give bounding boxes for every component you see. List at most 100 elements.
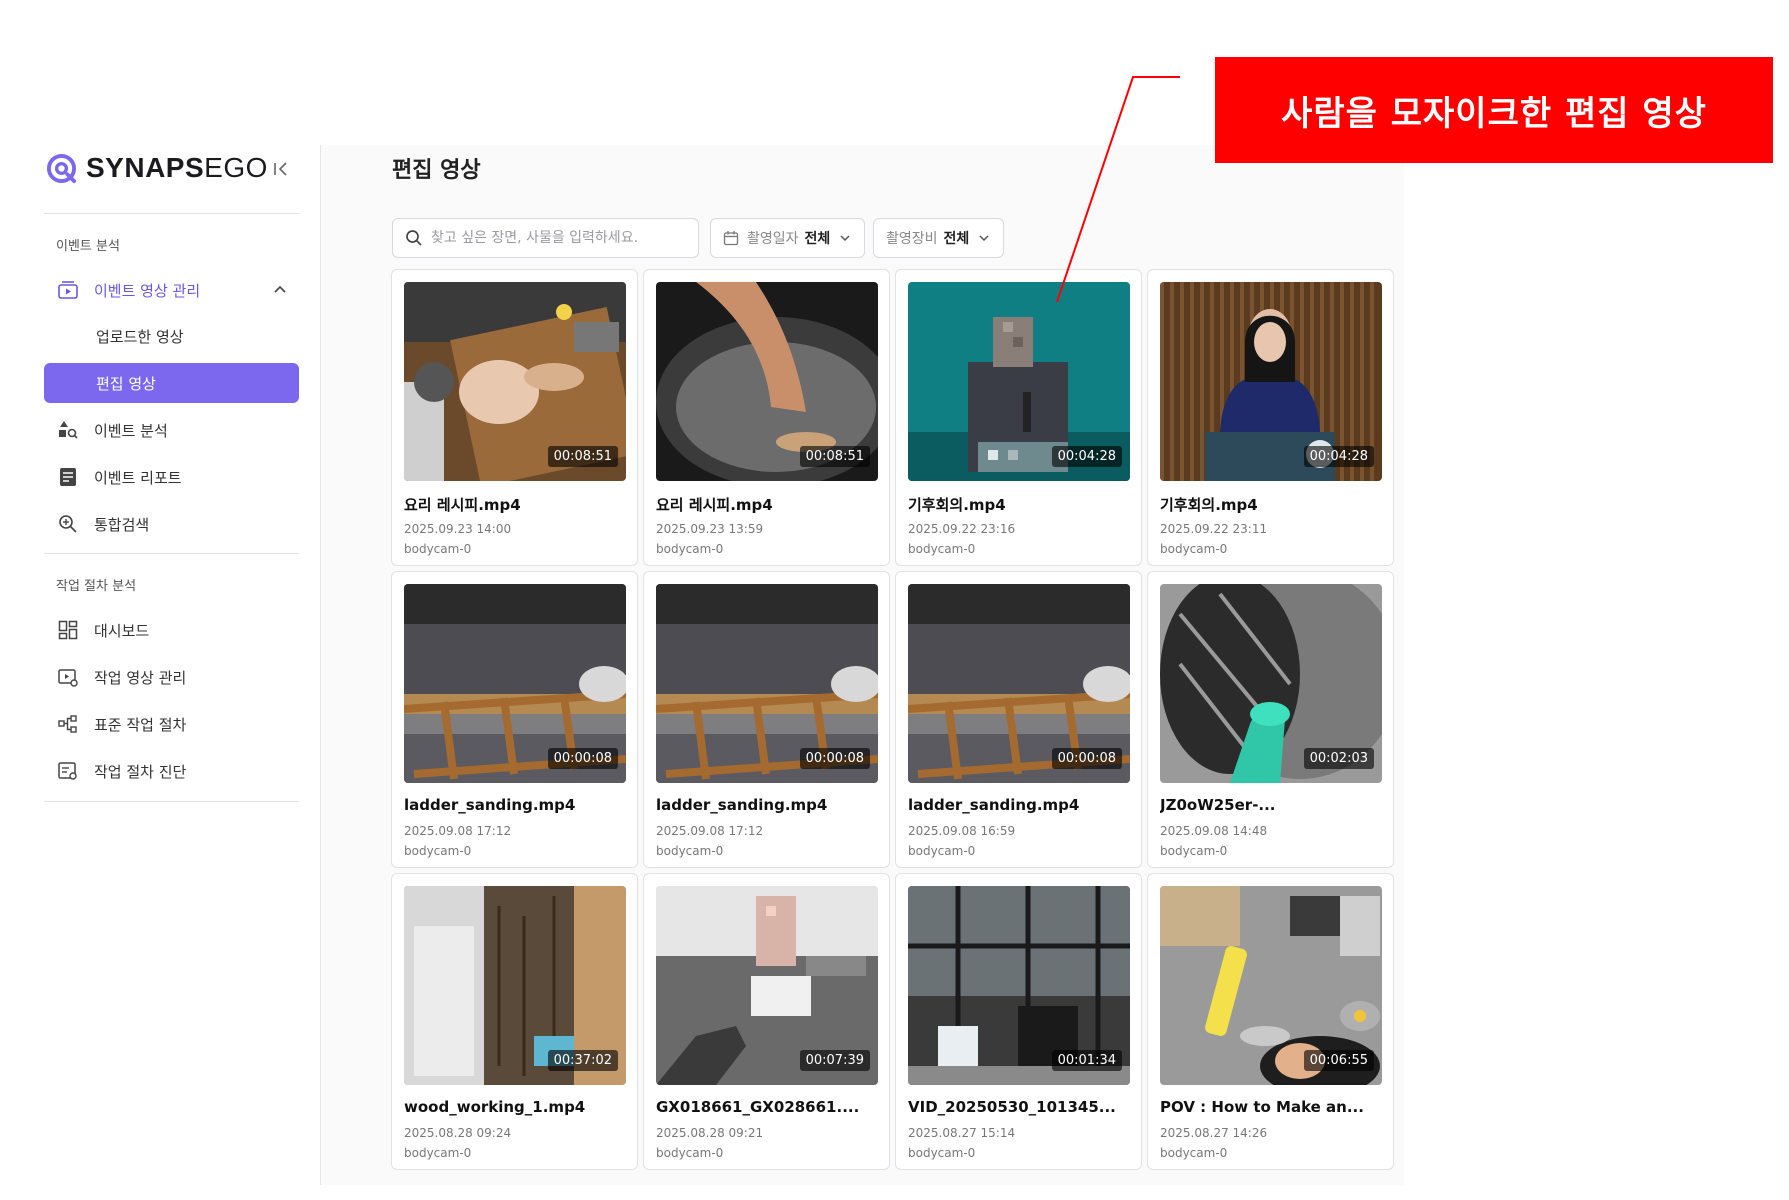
video-device: bodycam-0: [908, 1146, 976, 1160]
video-title: 기후회의.mp4: [1160, 496, 1258, 514]
nav-label: 표준 작업 절차: [94, 715, 187, 734]
video-date: 2025.09.08 14:48: [1160, 824, 1268, 838]
nav-dashboard[interactable]: 대시보드: [56, 610, 298, 650]
duration-badge: 00:37:02: [547, 1050, 618, 1071]
video-card[interactable]: 00:08:51 요리 레시피.mp4 2025.09.23 13:59 bodyca…: [643, 269, 890, 566]
nav-label: 작업 영상 관리: [94, 668, 187, 687]
nav-task-video-mgmt[interactable]: 작업 영상 관리: [56, 657, 298, 697]
video-card[interactable]: 00:08:51 요리 레시피.mp4 2025.09.23 14:00 bodyca…: [391, 269, 638, 566]
video-date: 2025.09.23 14:00: [404, 522, 512, 536]
search-box[interactable]: [392, 218, 699, 258]
nav-integrated-search[interactable]: 통합검색: [56, 504, 298, 544]
nav-label: 작업 절차 진단: [94, 762, 187, 781]
video-date: 2025.08.27 15:14: [908, 1126, 1016, 1140]
video-device: bodycam-0: [656, 542, 724, 556]
annotation-callout: 사람을 모자이크한 편집 영상: [1215, 57, 1773, 163]
section-label-procedure: 작업 절차 분석: [56, 579, 137, 594]
video-date: 2025.08.28 09:24: [404, 1126, 512, 1140]
video-title: 기후회의.mp4: [908, 496, 1006, 514]
duration-badge: 00:00:08: [547, 748, 618, 769]
video-title: ladder_sanding.mp4: [404, 796, 576, 814]
video-date: 2025.09.08 17:12: [404, 824, 512, 838]
video-folder-icon: [56, 278, 80, 302]
nav-event-report[interactable]: 이벤트 리포트: [56, 457, 298, 497]
nav-edited-videos[interactable]: 편집 영상: [44, 363, 299, 403]
duration-badge: 00:06:55: [1303, 1050, 1374, 1071]
search-icon: [406, 230, 422, 246]
brand-name: SYNAPSEGO: [86, 152, 268, 183]
video-date: 2025.08.28 09:21: [656, 1126, 764, 1140]
filter-device-value: 전체: [943, 231, 970, 247]
nav-event-analysis[interactable]: 이벤트 분석: [56, 410, 298, 450]
video-title: JZ0oW25er-...: [1160, 796, 1276, 814]
video-card[interactable]: 00:04:28 기후회의.mp4 2025.09.22 23:11 bodycam-…: [1147, 269, 1394, 566]
chevron-up-icon[interactable]: [272, 282, 288, 298]
search-input[interactable]: [431, 230, 691, 246]
video-device: bodycam-0: [908, 542, 976, 556]
filter-device[interactable]: 촬영장비 전체: [873, 218, 1005, 258]
video-title: 요리 레시피.mp4: [404, 496, 521, 514]
video-title: ladder_sanding.mp4: [656, 796, 828, 814]
filter-date[interactable]: 촬영일자 전체: [710, 218, 866, 258]
duration-badge: 00:01:34: [1051, 1050, 1122, 1071]
video-card[interactable]: 00:37:02 wood_working_1.mp4 2025.08.28 09:…: [391, 873, 638, 1170]
divider: [44, 213, 299, 214]
duration-badge: 00:08:51: [547, 446, 618, 467]
video-device: bodycam-0: [1160, 844, 1228, 858]
nav-label: 이벤트 리포트: [94, 468, 182, 487]
brand-logo-icon: [46, 153, 77, 183]
video-device: bodycam-0: [1160, 1146, 1228, 1160]
video-device: bodycam-0: [1160, 542, 1228, 556]
duration-badge: 00:04:28: [1303, 446, 1374, 467]
video-title: POV : How to Make an...: [1160, 1098, 1364, 1116]
video-card[interactable]: 00:02:03 JZ0oW25er-... 2025.09.08 14:48 bod…: [1147, 571, 1394, 868]
page-title: 편집 영상: [392, 158, 481, 183]
video-title: wood_working_1.mp4: [404, 1098, 586, 1116]
video-card[interactable]: 00:00:08 ladder_sanding.mp4 2025.09.08 17:…: [643, 571, 890, 868]
video-card[interactable]: 00:01:34 VID_20250530_101345... 2025.08.27…: [895, 873, 1142, 1170]
shapes-search-icon: [56, 418, 80, 442]
video-card[interactable]: 00:00:08 ladder_sanding.mp4 2025.09.08 16:…: [895, 571, 1142, 868]
sidebar: SYNAPSEGO 이벤트 분석 이벤트 영상 관리 업로드한 영상 편집 영상…: [0, 0, 321, 1185]
video-date: 2025.08.27 14:26: [1160, 1126, 1268, 1140]
video-date: 2025.09.22 23:16: [908, 522, 1016, 536]
video-date: 2025.09.22 23:11: [1160, 522, 1268, 536]
filter-date-label: 촬영일자: [747, 231, 799, 247]
nav-uploaded-videos[interactable]: 업로드한 영상: [44, 316, 299, 356]
nav-procedure-diagnosis[interactable]: 작업 절차 진단: [56, 751, 298, 791]
video-settings-icon: [56, 665, 80, 689]
video-card[interactable]: 00:04:28 기후회의.mp4 2025.09.22 23:16 bodycam-…: [895, 269, 1142, 566]
video-device: bodycam-0: [404, 1146, 472, 1160]
nav-standard-procedure[interactable]: 표준 작업 절차: [56, 704, 298, 744]
filter-device-label: 촬영장비: [886, 231, 938, 247]
nav-label: 대시보드: [94, 621, 150, 640]
duration-badge: 00:04:28: [1051, 446, 1122, 467]
nav-event-video-mgmt[interactable]: 이벤트 영상 관리: [56, 270, 298, 310]
video-title: ladder_sanding.mp4: [908, 796, 1080, 814]
duration-badge: 00:00:08: [799, 748, 870, 769]
chevron-down-icon: [979, 235, 989, 242]
video-card[interactable]: 00:06:55 POV : How to Make an... 2025.08.2…: [1147, 873, 1394, 1170]
video-title: 요리 레시피.mp4: [656, 496, 773, 514]
dashboard-icon: [56, 618, 80, 642]
duration-badge: 00:02:03: [1303, 748, 1374, 769]
video-date: 2025.09.23 13:59: [656, 522, 764, 536]
brand[interactable]: SYNAPSEGO: [46, 152, 268, 184]
nav-label: 통합검색: [94, 515, 150, 534]
nav-label: 이벤트 영상 관리: [94, 281, 201, 300]
video-card[interactable]: 00:00:08 ladder_sanding.mp4 2025.09.08 17:…: [391, 571, 638, 868]
video-title: GX018661_GX028661....: [656, 1098, 860, 1116]
report-icon: [56, 465, 80, 489]
duration-badge: 00:08:51: [799, 446, 870, 467]
divider: [44, 553, 299, 554]
video-device: bodycam-0: [404, 844, 472, 858]
video-device: bodycam-0: [656, 844, 724, 858]
collapse-sidebar-icon[interactable]: [271, 158, 293, 180]
video-device: bodycam-0: [908, 844, 976, 858]
video-grid: 00:08:51 요리 레시피.mp4 2025.09.23 14:00 bodyca…: [391, 269, 1395, 1170]
video-title: VID_20250530_101345...: [908, 1098, 1116, 1116]
divider: [44, 801, 299, 802]
flow-icon: [56, 712, 80, 736]
nav-label: 이벤트 분석: [94, 421, 168, 440]
video-card[interactable]: 00:07:39 GX018661_GX028661.... 2025.08.28 …: [643, 873, 890, 1170]
